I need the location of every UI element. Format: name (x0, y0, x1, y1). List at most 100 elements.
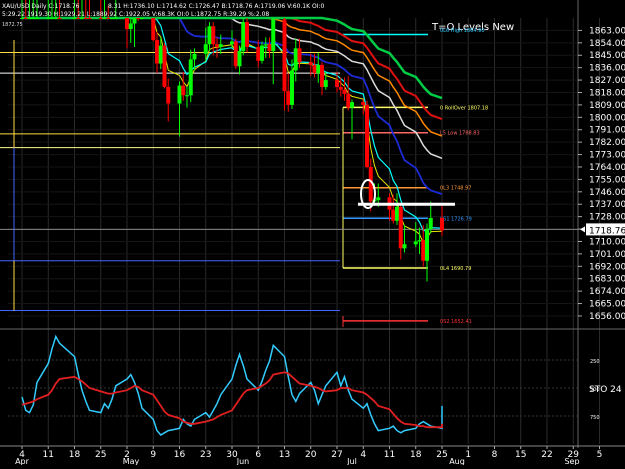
price-tick-label: 1683.00 (589, 275, 625, 285)
candle-body (290, 70, 294, 105)
date-tick-label: 4 (360, 450, 366, 460)
price-tick-label: 1845.00 (589, 51, 625, 61)
candle-body (207, 26, 212, 45)
price-tick-label: 1746.00 (589, 188, 625, 198)
price-tick-label: 1764.00 (589, 163, 625, 173)
month-label: May (123, 457, 140, 465)
candle-body (297, 48, 302, 63)
candle-body (46, 18, 51, 19)
candle-body (53, 18, 58, 19)
price-tick-label: 1854.00 (589, 39, 625, 49)
candle-body (20, 18, 24, 19)
candle-body (192, 53, 197, 60)
candle-body (346, 93, 351, 108)
candle-body (312, 64, 317, 74)
price-tick-label: 1863.00 (589, 26, 625, 36)
level-label: 0S2 1652.41 (440, 319, 472, 325)
candle-body (402, 244, 407, 249)
date-tick-label: 25 (436, 450, 447, 460)
candle-body (35, 18, 39, 19)
candle-body (316, 64, 321, 74)
candle-body (113, 18, 118, 19)
candle-body (151, 18, 156, 41)
price-tick-label: 1782.00 (589, 138, 625, 148)
candle-body (83, 18, 88, 19)
candle-body (413, 241, 418, 245)
price-tick-label: 1755.00 (589, 175, 625, 185)
candle-body (293, 48, 298, 71)
price-tick-label: 1692.00 (589, 262, 625, 272)
candle-body (132, 18, 137, 24)
date-tick-label: 1 (465, 450, 471, 460)
month-label: Apr (15, 457, 30, 465)
date-tick-label: 20 (305, 450, 317, 460)
candle-body (350, 102, 354, 108)
date-tick-label: 9 (150, 450, 156, 460)
date-tick-label: 8 (492, 450, 498, 460)
date-tick-label: 11 (384, 450, 395, 460)
date-tick-label: 5 (597, 450, 603, 460)
price-tick-label: 1737.00 (589, 200, 625, 210)
candle-body (188, 59, 193, 96)
month-label: Jun (236, 457, 250, 465)
price-tick-label: 1710.00 (589, 237, 625, 247)
top-level-label: 0L6 High 1864.90 (440, 28, 485, 34)
date-tick-label: 13 (279, 450, 290, 460)
price-chart[interactable]: 0 RollOver 1807.18 L5 Low 1788.83 0L3 1748… (0, 0, 625, 466)
candle-body (76, 18, 81, 19)
level-label: 0L3 1748.97 (440, 186, 471, 192)
date-tick-label: 11 (43, 450, 54, 460)
candle-body (102, 18, 107, 19)
candle-body (440, 218, 444, 231)
candle-body (125, 18, 129, 30)
date-tick-label: 22 (541, 450, 552, 460)
candle-body (425, 229, 429, 261)
candle-body (110, 18, 114, 19)
candle-body (320, 64, 324, 87)
price-tick-label: 1791.00 (589, 126, 625, 136)
stoch-tick-label: 750 (590, 415, 600, 421)
price-tick-label: 1656.00 (589, 312, 625, 322)
candle-body (428, 218, 433, 230)
header-small-value: 1872.75 (2, 22, 23, 28)
candle-body (395, 206, 399, 221)
candle-body (245, 22, 249, 47)
candle-body (391, 209, 396, 221)
price-tick-label: 1818.00 (589, 88, 625, 98)
price-tick-label: 1728.00 (589, 213, 625, 223)
date-tick-label: 15 (515, 450, 526, 460)
candle-body (365, 104, 369, 167)
candle-body (27, 18, 32, 19)
header-ohlc: 8.31 H:1736.10 L:1714.62 C:1726.47 B:171… (108, 3, 324, 10)
header-ma: 5:29.22 1919.30 H:1929.21 L:1889.92 C:19… (2, 11, 269, 18)
candle-body (155, 40, 159, 64)
candle-body (218, 44, 223, 47)
chart-window: 0 RollOver 1807.18 L5 Low 1788.83 0L3 1748… (0, 0, 625, 466)
date-tick-label: 27 (331, 450, 342, 460)
candle-body (256, 46, 261, 61)
date-tick-label: 16 (174, 450, 186, 460)
candle-body (162, 45, 167, 87)
candle (151, 18, 156, 42)
candle-body (263, 44, 268, 46)
price-tick-label: 1773.00 (589, 151, 625, 161)
candle-body (260, 45, 264, 61)
candle-body (342, 89, 347, 94)
candle-body (338, 86, 343, 90)
price-tick-label: 1701.00 (589, 250, 625, 260)
candle-body (203, 44, 208, 54)
candle-body (177, 85, 182, 104)
candle-body (421, 240, 426, 261)
candle-body (376, 197, 381, 201)
stoch-tick-label: 250 (590, 359, 600, 365)
candle-body (230, 41, 234, 45)
candle-body (128, 23, 133, 30)
candle-body (140, 18, 144, 19)
candle-body (282, 19, 287, 92)
candle-body (31, 18, 36, 19)
candle-body (323, 80, 328, 87)
candle-body (158, 45, 163, 64)
month-label: Sep (564, 457, 579, 465)
price-tick-label: 1800.00 (589, 113, 625, 123)
candle-body (211, 26, 216, 45)
